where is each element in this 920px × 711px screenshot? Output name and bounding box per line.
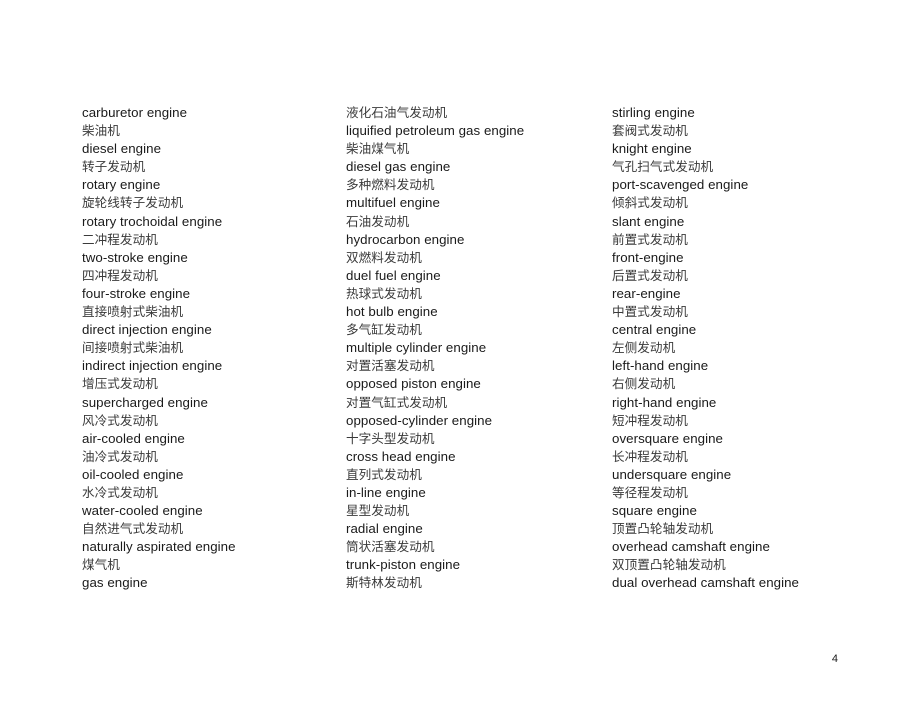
glossary-term-zh: 直列式发动机: [346, 466, 422, 482]
glossary-term-en: right-hand engine: [612, 394, 717, 410]
glossary-term-en: hot bulb engine: [346, 304, 438, 320]
glossary-term-en: carburetor engine: [82, 105, 188, 120]
glossary-term-en: stirling engine: [612, 105, 695, 120]
glossary-term-zh: 对置气缸式发动机: [346, 394, 448, 410]
glossary-term-en: central engine: [612, 322, 697, 338]
glossary-term-en: four-stroke engine: [82, 285, 191, 301]
glossary-term-zh: 斯特林发动机: [346, 575, 422, 591]
glossary-term-en: water-cooled engine: [82, 503, 203, 519]
glossary-term-zh: 增压式发动机: [82, 376, 158, 392]
glossary-term-zh: 柴油机: [82, 123, 120, 139]
page-number: 4: [831, 653, 838, 665]
glossary-term-zh: 顶置凸轮轴发动机: [612, 521, 714, 537]
glossary-term-en: overhead camshaft engine: [612, 539, 770, 555]
glossary-term-en: opposed-cylinder engine: [346, 412, 493, 428]
glossary-term-zh: 柴油煤气机: [346, 141, 410, 157]
glossary-term-zh: 油冷式发动机: [82, 448, 158, 464]
glossary-term-zh: 水冷式发动机: [82, 484, 158, 500]
glossary-column-2: 液化石油气发动机 liquified petroleum gas engine 柴油…: [346, 104, 612, 593]
glossary-term-en: air-cooled engine: [82, 430, 185, 446]
glossary-column-1: carburetor engine 柴油机 diesel engine 转子发动机 ro…: [82, 104, 346, 593]
glossary-term-en: front-engine: [612, 249, 684, 265]
glossary-columns: carburetor engine 柴油机 diesel engine 转子发动机 ro…: [82, 104, 882, 593]
glossary-term-en: dual overhead camshaft engine: [612, 575, 799, 591]
glossary-term-en: radial engine: [346, 521, 423, 537]
glossary-term-zh: 后置式发动机: [612, 267, 688, 283]
glossary-term-zh: 直接喷射式柴油机: [82, 304, 184, 320]
glossary-term-zh: 转子发动机: [82, 159, 146, 175]
glossary-term-zh: 煤气机: [82, 557, 120, 573]
glossary-term-zh: 星型发动机: [346, 503, 410, 519]
glossary-term-en: slant engine: [612, 213, 685, 229]
glossary-term-zh: 右侧发动机: [612, 376, 676, 392]
document-page: carburetor engine 柴油机 diesel engine 转子发动机 ro…: [0, 0, 920, 711]
glossary-term-en: oversquare engine: [612, 430, 723, 446]
glossary-term-en: duel fuel engine: [346, 267, 441, 283]
glossary-term-zh: 左侧发动机: [612, 340, 676, 356]
glossary-term-zh: 自然进气式发动机: [82, 521, 184, 537]
glossary-term-en: supercharged engine: [82, 394, 208, 410]
glossary-term-en: oil-cooled engine: [82, 466, 184, 482]
glossary-term-zh: 旋轮线转子发动机: [82, 195, 184, 211]
glossary-term-en: left-hand engine: [612, 358, 709, 374]
glossary-term-en: knight engine: [612, 141, 692, 157]
glossary-term-zh: 倾斜式发动机: [612, 195, 688, 211]
glossary-column-3: stirling engine 套阀式发动机 knight engine 气孔扫气式发…: [612, 104, 882, 593]
glossary-term-zh: 风冷式发动机: [82, 412, 158, 428]
glossary-term-zh: 十字头型发动机: [346, 430, 435, 446]
glossary-term-en: opposed piston engine: [346, 376, 481, 392]
glossary-term-zh: 二冲程发动机: [82, 231, 158, 247]
glossary-term-en: rear-engine: [612, 285, 681, 301]
glossary-term-zh: 多种燃料发动机: [346, 177, 435, 193]
glossary-term-en: square engine: [612, 503, 697, 519]
glossary-term-zh: 气孔扫气式发动机: [612, 159, 714, 175]
glossary-term-en: rotary trochoidal engine: [82, 213, 223, 229]
glossary-term-zh: 套阀式发动机: [612, 123, 688, 139]
glossary-term-en: cross head engine: [346, 448, 456, 464]
glossary-term-en: undersquare engine: [612, 466, 732, 482]
glossary-term-en: indirect injection engine: [82, 358, 223, 374]
glossary-term-en: trunk-piston engine: [346, 557, 461, 573]
glossary-term-zh: 热球式发动机: [346, 285, 422, 301]
glossary-term-en: multiple cylinder engine: [346, 340, 487, 356]
glossary-term-zh: 液化石油气发动机: [346, 105, 448, 120]
glossary-term-zh: 短冲程发动机: [612, 412, 688, 428]
glossary-term-zh: 前置式发动机: [612, 231, 688, 247]
glossary-term-zh: 等径程发动机: [612, 484, 688, 500]
glossary-term-zh: 中置式发动机: [612, 304, 688, 320]
glossary-term-en: multifuel engine: [346, 195, 440, 211]
glossary-term-zh: 筒状活塞发动机: [346, 539, 435, 555]
glossary-term-zh: 双燃料发动机: [346, 249, 422, 265]
glossary-term-en: gas engine: [82, 575, 148, 591]
glossary-term-zh: 长冲程发动机: [612, 448, 688, 464]
glossary-term-en: hydrocarbon engine: [346, 231, 465, 247]
glossary-term-zh: 对置活塞发动机: [346, 358, 435, 374]
glossary-term-en: liquified petroleum gas engine: [346, 123, 525, 139]
glossary-term-en: in-line engine: [346, 484, 426, 500]
glossary-term-zh: 石油发动机: [346, 213, 410, 229]
glossary-term-zh: 四冲程发动机: [82, 267, 158, 283]
glossary-term-en: two-stroke engine: [82, 249, 188, 265]
glossary-term-zh: 间接喷射式柴油机: [82, 340, 184, 356]
glossary-term-en: naturally aspirated engine: [82, 539, 236, 555]
glossary-term-en: rotary engine: [82, 177, 161, 193]
glossary-term-en: direct injection engine: [82, 322, 212, 338]
glossary-term-en: port-scavenged engine: [612, 177, 749, 193]
glossary-term-en: diesel engine: [82, 141, 162, 157]
glossary-term-zh: 多气缸发动机: [346, 322, 422, 338]
glossary-term-zh: 双顶置凸轮轴发动机: [612, 557, 726, 573]
glossary-term-en: diesel gas engine: [346, 159, 451, 175]
